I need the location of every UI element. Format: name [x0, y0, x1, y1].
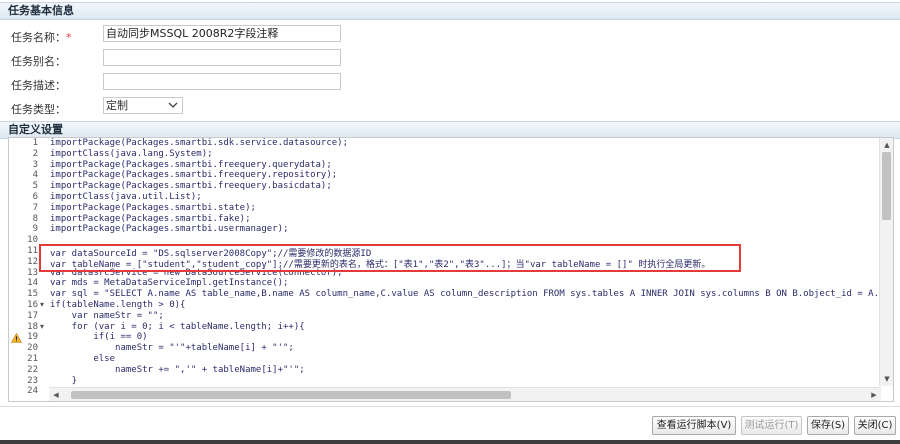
code-line: importPackage(Packages.smartbi.freequery…	[50, 159, 332, 170]
code-line: if(tableName.length > 0){	[50, 300, 186, 310]
task-desc-row: 任务描述：	[0, 73, 900, 97]
line-number: 12	[27, 256, 38, 267]
line-number: 24	[27, 386, 38, 397]
code-line: importPackage(Packages.smartbi.freequery…	[50, 170, 338, 181]
line-number: 2	[32, 148, 38, 159]
scroll-right-icon[interactable]: ▶	[869, 390, 879, 400]
code-line: }	[50, 375, 78, 386]
task-type-row: 任务类型： 定制	[0, 97, 900, 121]
vertical-scroll-thumb[interactable]	[882, 152, 891, 220]
line-number: 21	[27, 354, 38, 364]
code-line: var sql = "SELECT A.name AS table_name,B…	[50, 289, 880, 300]
line-number: 6	[32, 192, 38, 202]
line-number: 20	[27, 343, 38, 354]
chevron-down-icon	[168, 102, 178, 108]
task-type-select[interactable]: 定制	[103, 97, 183, 114]
task-desc-input[interactable]	[103, 73, 341, 90]
line-number: 10	[27, 235, 38, 246]
script-editor[interactable]: 1 2 3 4 5 6 7 8 9 10 11 12 13 14 15 16 ▾ 17 18 ▾ 19 20 21 22 23 2…	[8, 137, 894, 402]
code-line: else	[50, 354, 116, 364]
line-number: 4	[32, 170, 38, 181]
code-line: importPackage(Packages.smartbi.fake);	[50, 213, 251, 224]
vertical-scrollbar[interactable]: ▲ ▼	[879, 138, 893, 386]
task-alias-label: 任务别名：	[11, 55, 66, 68]
task-basic-header-label: 任务基本信息	[8, 4, 74, 17]
line-number: 9	[32, 224, 38, 235]
code-line: for (var i = 0; i < tableName.length; i+…	[50, 321, 305, 332]
test-run-button[interactable]: 测试运行(T)	[741, 416, 802, 435]
task-alias-input[interactable]	[103, 49, 341, 66]
code-line: nameStr = "'"+tableName[i] + "'";	[50, 343, 294, 354]
code-line: var mds = MetaDataServiceImpl.getInstanc…	[50, 278, 289, 289]
task-alias-row: 任务别名：	[0, 49, 900, 73]
code-line: if(i == 0)	[50, 332, 148, 343]
line-number: 23	[27, 375, 38, 386]
task-name-input[interactable]: 自动同步MSSQL 2008R2字段注释	[103, 25, 341, 42]
line-number: 22	[27, 364, 38, 375]
line-number: 1	[32, 138, 38, 148]
line-number: 18	[27, 321, 38, 332]
task-type-value: 定制	[106, 99, 128, 112]
line-number: 16	[27, 300, 38, 310]
task-type-label: 任务类型：	[11, 103, 66, 116]
line-number: 8	[32, 213, 38, 224]
code-line: importPackage(Packages.smartbi.freequery…	[50, 181, 332, 192]
line-number: 14	[27, 278, 38, 289]
warning-icon[interactable]	[11, 333, 22, 344]
code-line: var nameStr = "";	[50, 310, 164, 321]
footer-divider	[0, 406, 900, 407]
line-number: 3	[32, 159, 38, 170]
line-number: 7	[32, 202, 38, 213]
highlight-annotation-box	[39, 244, 741, 272]
line-number: 17	[27, 310, 38, 321]
task-basic-header: 任务基本信息	[0, 2, 900, 20]
view-script-button[interactable]: 查看运行脚本(V)	[652, 416, 736, 435]
required-mark: *	[66, 31, 72, 44]
task-desc-label: 任务描述：	[11, 79, 66, 92]
close-button[interactable]: 关闭(C)	[854, 416, 896, 435]
code-line: importClass(java.lang.System);	[50, 148, 213, 159]
code-line: importClass(java.util.List);	[50, 192, 202, 202]
line-number: 11	[27, 246, 38, 256]
save-button[interactable]: 保存(S)	[807, 416, 849, 435]
horizontal-scroll-thumb[interactable]	[71, 391, 511, 399]
horizontal-scrollbar[interactable]: ◀ ▶	[49, 387, 881, 401]
scroll-up-icon[interactable]: ▲	[882, 140, 892, 150]
line-number: 15	[27, 289, 38, 300]
task-name-label: 任务名称：*	[11, 31, 72, 44]
code-line: importPackage(Packages.smartbi.usermanag…	[50, 224, 289, 235]
fold-toggle-icon[interactable]: ▾	[40, 322, 44, 331]
task-name-row: 任务名称：* 自动同步MSSQL 2008R2字段注释	[0, 25, 900, 49]
code-line: importPackage(Packages.smartbi.sdk.servi…	[50, 138, 349, 148]
scroll-down-icon[interactable]: ▼	[882, 374, 892, 384]
line-number: 5	[32, 181, 38, 192]
fold-toggle-icon[interactable]: ▾	[40, 300, 44, 309]
line-number: 13	[27, 267, 38, 278]
code-line: importPackage(Packages.smartbi.state);	[50, 202, 256, 213]
scroll-left-icon[interactable]: ◀	[51, 390, 61, 400]
code-line: nameStr += ",'" + tableName[i]+"'";	[50, 364, 305, 375]
window-bottom-bar	[0, 440, 900, 444]
custom-settings-header-label: 自定义设置	[8, 123, 63, 136]
